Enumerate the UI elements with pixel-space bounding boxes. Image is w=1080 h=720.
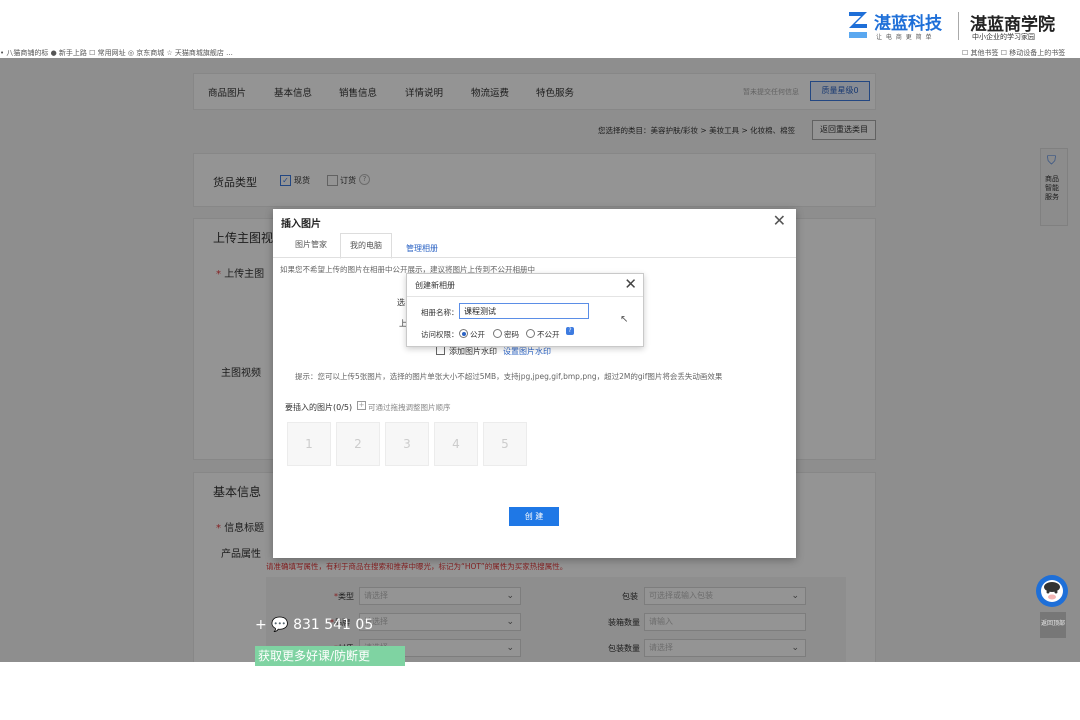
divider <box>958 12 959 40</box>
image-slot-4[interactable]: 4 <box>434 422 478 466</box>
footer-blank <box>0 662 1080 720</box>
upload-tip: 提示：您可以上传5张图片，选择的图片单张大小不超过5MB，支持jpg,jpeg,… <box>295 372 723 381</box>
drag-hint: 可通过拖拽调整图片顺序 <box>368 403 451 412</box>
access-label: 访问权限： <box>421 330 459 339</box>
insert-image-dialog: 插入图片 ✕ 图片管家 我的电脑 管理相册 如果您不希望上传的图片在相册中公开展… <box>273 209 796 558</box>
bookmarks-right[interactable]: ☐ 其他书签 ☐ 移动设备上的书签 <box>962 48 1065 58</box>
image-slot-2[interactable]: 2 <box>336 422 380 466</box>
mouse-cursor-icon: ↖ <box>620 314 629 325</box>
radio-public[interactable] <box>459 329 468 338</box>
brand-header: 湛蓝科技 让 电 商 更 简 单 湛蓝商学院 中小企业的学习家园 <box>0 0 1080 48</box>
brand-slogan: 让 电 商 更 简 单 <box>876 34 933 41</box>
close-icon[interactable]: ✕ <box>624 275 637 293</box>
logo-icon <box>849 12 867 38</box>
drag-icon: + <box>357 401 366 410</box>
promo-banner: 获取更多好课/防断更 <box>255 646 405 666</box>
select-partial: 选 <box>397 298 405 307</box>
watermark-settings-link[interactable]: 设置图片水印 <box>503 346 551 357</box>
radio-password[interactable] <box>493 329 502 338</box>
dialog-title: 插入图片 <box>281 219 321 230</box>
bookmarks-bar: • 八猫商铺的标 ● 新手上路 ☐ 常用网址 ◎ 京东商城 ☆ 天猫商城旗舰店 … <box>0 48 1080 58</box>
contact-watermark: + 💬 831 541 05 <box>255 617 374 633</box>
radio-private[interactable] <box>526 329 535 338</box>
option-password-label: 密码 <box>504 330 519 339</box>
option-private-label: 不公开 <box>537 330 560 339</box>
brand-name: 湛蓝科技 <box>874 14 942 34</box>
create-album-dialog: 创建新相册 ✕ 相册名称： 课程测试 访问权限： 公开 密码 不公开 ? ↖ <box>406 273 644 347</box>
checkbox-icon[interactable] <box>436 346 445 355</box>
album-name-label: 相册名称： <box>421 308 459 317</box>
watermark-label: 添加图片水印 <box>449 347 497 356</box>
help-icon[interactable]: ? <box>566 327 574 335</box>
create-button[interactable]: 创 建 <box>509 507 559 526</box>
assistant-avatar-icon[interactable] <box>1036 575 1068 607</box>
academy-slogan: 中小企业的学习家园 <box>972 33 1035 41</box>
back-to-top-button[interactable]: 返回顶部 <box>1040 612 1066 638</box>
image-slot-1[interactable]: 1 <box>287 422 331 466</box>
bookmarks-left[interactable]: • 八猫商铺的标 ● 新手上路 ☐ 常用网址 ◎ 京东商城 ☆ 天猫商城旗舰店 … <box>0 48 233 58</box>
image-slot-5[interactable]: 5 <box>483 422 527 466</box>
to-insert-count: 要插入的图片(0/5) <box>285 403 353 412</box>
manage-album-link[interactable]: 管理相册 <box>406 243 438 254</box>
sub-dialog-header: 创建新相册 ✕ <box>407 274 643 297</box>
tab-divider <box>273 257 796 258</box>
close-icon[interactable]: ✕ <box>773 211 786 230</box>
album-name-input[interactable]: 课程测试 <box>459 303 589 319</box>
tab-my-computer[interactable]: 我的电脑 <box>340 233 392 259</box>
tab-image-manager[interactable]: 图片管家 <box>285 233 337 257</box>
cow-face-icon <box>1041 580 1063 602</box>
option-public-label: 公开 <box>470 330 485 339</box>
sub-dialog-title: 创建新相册 <box>415 281 455 290</box>
image-slot-3[interactable]: 3 <box>385 422 429 466</box>
